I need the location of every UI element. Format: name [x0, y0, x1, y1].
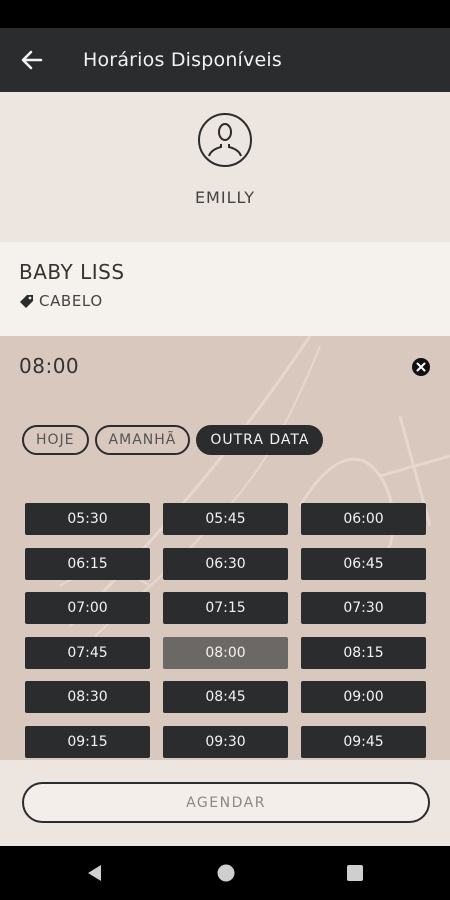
back-button[interactable]: [0, 28, 64, 92]
time-slot[interactable]: 06:00: [301, 503, 426, 535]
close-circle-icon[interactable]: [411, 357, 431, 377]
circle-home-icon[interactable]: [216, 863, 236, 883]
service-category-label: CABELO: [39, 292, 103, 310]
time-slot[interactable]: 07:15: [163, 592, 288, 624]
time-slot[interactable]: 07:30: [301, 592, 426, 624]
status-bar: [0, 0, 450, 28]
time-slot[interactable]: 09:15: [25, 725, 150, 758]
user-circle-icon: [198, 113, 252, 167]
time-slot[interactable]: 06:45: [301, 547, 426, 580]
square-recents-icon[interactable]: [345, 863, 365, 883]
time-slot[interactable]: 05:30: [25, 503, 150, 535]
time-slot-grid: 05:30 05:45 06:00 06:15 06:30 06:45 07:0…: [25, 503, 427, 758]
app-bar: Horários Disponíveis: [0, 28, 450, 92]
selected-time: 08:00: [19, 354, 80, 378]
time-slot-selected[interactable]: 08:00: [163, 636, 288, 669]
time-slot[interactable]: 05:45: [163, 503, 288, 535]
time-slot[interactable]: 08:15: [301, 636, 426, 669]
date-filter-chips: HOJE AMANHÃ OUTRA DATA: [22, 425, 324, 455]
time-slot[interactable]: 08:45: [163, 681, 288, 713]
time-slot[interactable]: 09:00: [301, 681, 426, 713]
service-category: CABELO: [19, 292, 450, 310]
professional-name: EMILLY: [194, 188, 256, 207]
page-title: Horários Disponíveis: [83, 49, 282, 71]
service-name: BABY LISS: [19, 260, 125, 284]
time-slot[interactable]: 09:30: [163, 725, 288, 758]
time-slot[interactable]: 06:15: [25, 547, 150, 580]
agendar-button[interactable]: AGENDAR: [22, 782, 430, 823]
time-slot[interactable]: 09:45: [301, 725, 426, 758]
professional-card: EMILLY: [0, 92, 450, 242]
schedule-panel: 08:00 HOJE AMANHÃ OUTRA DATA 05:30 05:45…: [0, 336, 450, 760]
system-nav-bar: [0, 846, 450, 900]
time-slot[interactable]: 06:30: [163, 547, 288, 580]
chip-hoje[interactable]: HOJE: [22, 425, 89, 455]
footer: AGENDAR: [0, 760, 450, 846]
time-slot[interactable]: 07:45: [25, 636, 150, 669]
arrow-left-icon: [21, 50, 43, 70]
tag-icon: [20, 295, 33, 308]
chip-outra-data[interactable]: OUTRA DATA: [196, 425, 324, 455]
service-card: BABY LISS CABELO: [0, 242, 450, 336]
triangle-back-icon[interactable]: [85, 863, 105, 883]
chip-amanha[interactable]: AMANHÃ: [94, 425, 191, 455]
time-slot[interactable]: 07:00: [25, 592, 150, 624]
time-slot[interactable]: 08:30: [25, 681, 150, 713]
